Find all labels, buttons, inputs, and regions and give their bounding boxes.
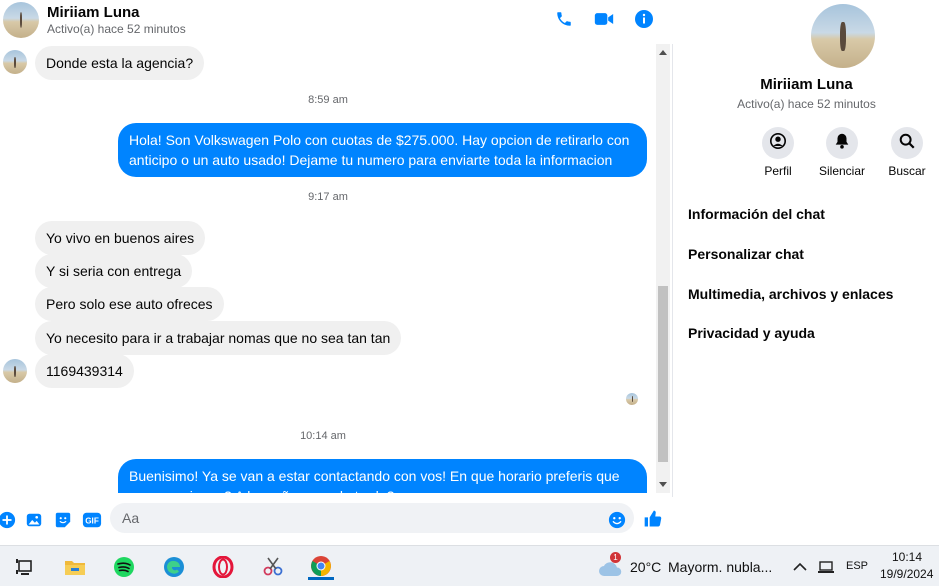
chat-header: Miriiam Luna Activo(a) hace 52 minutos — [0, 0, 673, 44]
messenger-window: Miriiam Luna Activo(a) hace 52 minutos D… — [0, 0, 939, 545]
weather-temperature[interactable]: 20°C — [630, 559, 661, 575]
weather-description[interactable]: Mayorm. nubla... — [668, 559, 772, 575]
sticker-icon[interactable] — [53, 510, 73, 530]
chat-pane: Miriiam Luna Activo(a) hace 52 minutos D… — [0, 0, 673, 545]
chevron-up-icon[interactable] — [790, 554, 810, 580]
menu-privacy-help[interactable]: Privacidad y ayuda — [688, 325, 815, 341]
network-icon[interactable] — [816, 554, 836, 580]
contact-name[interactable]: Miriiam Luna — [47, 4, 140, 21]
profile-name: Miriiam Luna — [760, 76, 853, 93]
contact-avatar[interactable] — [3, 2, 39, 38]
outgoing-message[interactable]: Hola! Son Volkswagen Polo con cuotas de … — [118, 123, 647, 177]
profile-icon — [769, 132, 787, 155]
menu-media-files-links[interactable]: Multimedia, archivos y enlaces — [688, 286, 893, 302]
menu-customize-chat[interactable]: Personalizar chat — [688, 246, 804, 262]
opera-browser-icon[interactable] — [210, 554, 236, 580]
plus-icon[interactable] — [0, 510, 17, 530]
weather-alert-badge: 1 — [610, 552, 621, 563]
spotify-icon[interactable] — [111, 554, 137, 580]
profile-label: Perfil — [764, 164, 792, 178]
incoming-message[interactable]: Y si seria con entrega — [35, 254, 193, 288]
edge-browser-icon[interactable] — [161, 554, 187, 580]
like-icon[interactable] — [642, 508, 664, 530]
contact-status: Activo(a) hace 52 minutos — [47, 22, 186, 36]
message-input[interactable] — [110, 503, 634, 533]
chat-info-pane: Miriiam Luna Activo(a) hace 52 minutos P… — [674, 0, 939, 545]
seen-avatar — [626, 393, 638, 405]
gif-label: GIF — [85, 517, 99, 526]
image-icon[interactable] — [24, 510, 44, 530]
profile-button[interactable]: Perfil — [753, 127, 803, 178]
incoming-message[interactable]: Yo necesito para ir a trabajar nomas que… — [35, 321, 402, 355]
file-explorer-icon[interactable] — [62, 554, 88, 580]
mute-label: Silenciar — [818, 164, 866, 178]
snipping-tool-icon[interactable] — [260, 554, 286, 580]
composer: GIF — [0, 497, 673, 545]
outgoing-message[interactable]: Buenisimo! Ya se van a estar contactando… — [118, 459, 647, 493]
profile-avatar[interactable] — [811, 4, 875, 68]
search-icon — [898, 132, 916, 155]
timestamp: 10:14 am — [300, 430, 346, 442]
phone-icon[interactable] — [553, 8, 575, 30]
menu-chat-info[interactable]: Información del chat — [688, 206, 825, 222]
task-view-icon[interactable] — [12, 554, 38, 580]
profile-status: Activo(a) hace 52 minutos — [737, 97, 876, 111]
clock-time[interactable]: 10:14 — [892, 550, 922, 564]
scroll-thumb[interactable] — [658, 286, 668, 462]
input-language[interactable]: ESP — [846, 560, 868, 572]
scroll-up-arrow-icon[interactable] — [659, 50, 667, 55]
video-camera-icon[interactable] — [593, 8, 615, 30]
message-avatar — [3, 359, 27, 383]
gif-icon[interactable]: GIF — [81, 510, 103, 530]
chrome-browser-icon[interactable] — [308, 554, 334, 580]
info-icon[interactable] — [633, 8, 655, 30]
emoji-icon[interactable] — [607, 510, 627, 530]
taskbar: 1 20°C Mayorm. nubla... ESP 10:14 19/9/2… — [0, 545, 939, 586]
message-list[interactable]: Donde esta la agencia? 8:59 am Hola! Son… — [0, 44, 656, 493]
search-label: Buscar — [888, 164, 926, 178]
search-button[interactable]: Buscar — [882, 127, 932, 178]
incoming-message[interactable]: 1169439314 — [35, 354, 134, 388]
incoming-message[interactable]: Donde esta la agencia? — [35, 46, 205, 80]
clock-date[interactable]: 19/9/2024 — [880, 567, 933, 581]
message-scrollbar[interactable] — [656, 44, 670, 493]
bell-icon — [833, 132, 851, 155]
incoming-message[interactable]: Yo vivo en buenos aires — [35, 221, 206, 255]
weather-cloud-icon[interactable]: 1 — [596, 552, 624, 581]
timestamp: 9:17 am — [308, 191, 348, 203]
scroll-down-arrow-icon[interactable] — [659, 482, 667, 487]
incoming-message[interactable]: Pero solo ese auto ofreces — [35, 287, 224, 321]
timestamp: 8:59 am — [308, 94, 348, 106]
mute-button[interactable]: Silenciar — [817, 127, 867, 178]
message-avatar — [3, 50, 27, 74]
